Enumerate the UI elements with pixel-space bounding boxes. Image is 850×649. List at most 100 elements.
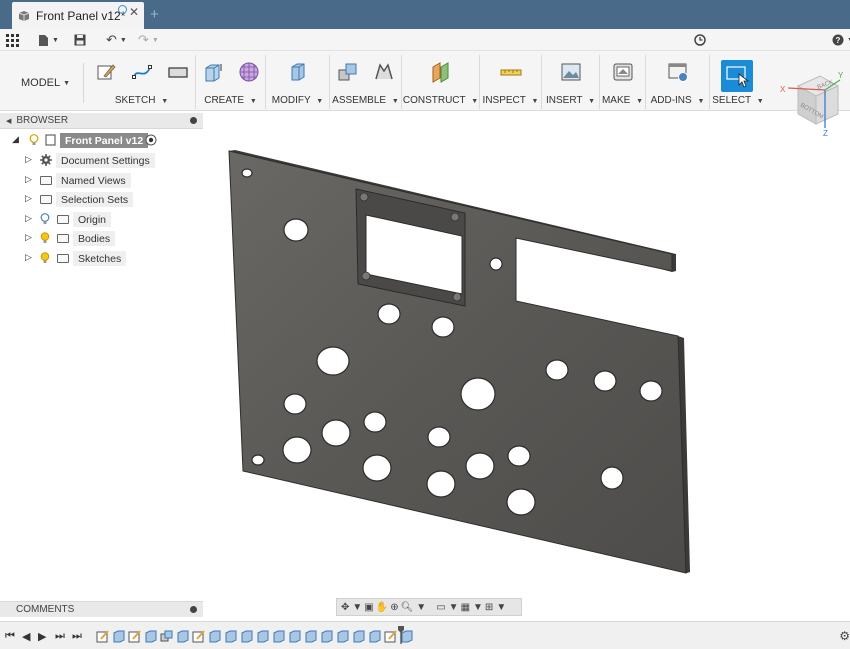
construct-label: CONSTRUCT — [402, 95, 466, 106]
visibility-bulb-icon[interactable] — [29, 134, 39, 146]
hidden-bulb-icon[interactable] — [40, 213, 50, 225]
grid-settings-icon[interactable]: ▦ ▼ — [461, 602, 483, 613]
offset-plane-icon[interactable] — [430, 61, 452, 83]
select-menu[interactable]: SELECT ▼ — [710, 95, 766, 106]
make-menu[interactable]: MAKE ▼ — [600, 95, 645, 106]
extrude-feature-icon[interactable] — [224, 629, 238, 643]
close-tab-icon[interactable]: ✕ — [129, 5, 139, 19]
insert-menu[interactable]: INSERT ▼ — [542, 95, 599, 106]
display-settings-icon[interactable]: ▭ ▼ — [436, 602, 458, 613]
browser-title: BROWSER — [16, 115, 69, 126]
browser-item-label: Origin — [73, 212, 112, 227]
help-icon[interactable]: ?▼ — [832, 32, 850, 48]
workspace-switcher[interactable]: MODEL ▼ — [8, 63, 84, 103]
spline-icon[interactable] — [131, 61, 153, 83]
pan-icon[interactable]: ✋ — [376, 602, 388, 613]
scripts-icon[interactable] — [667, 61, 689, 83]
extrude-feature-icon[interactable] — [336, 629, 350, 643]
redo-icon[interactable]: ↷ ▼ — [138, 32, 159, 48]
front-panel-body[interactable] — [228, 150, 690, 574]
zoom-icon[interactable]: 🔍︎ ▼ — [401, 602, 427, 613]
comments-toggle-icon[interactable] — [190, 606, 197, 613]
create-menu[interactable]: CREATE ▼ — [196, 95, 265, 106]
inspect-menu[interactable]: INSPECT ▼ — [480, 95, 541, 106]
previous-step-icon[interactable]: ◀ — [22, 630, 30, 643]
extrude-feature-icon[interactable] — [288, 629, 302, 643]
component-feature-icon[interactable] — [160, 629, 174, 643]
sketch-feature-icon[interactable] — [128, 629, 142, 643]
form-icon[interactable] — [238, 61, 260, 83]
zoom-window-icon[interactable]: ⊕ — [390, 602, 398, 613]
first-step-icon[interactable]: ⏮ — [5, 630, 15, 643]
expand-triangle-icon[interactable]: ▷ — [25, 193, 32, 204]
create-sketch-icon[interactable] — [95, 61, 117, 83]
extrude-feature-icon[interactable] — [176, 629, 190, 643]
extrude-feature-icon[interactable] — [256, 629, 270, 643]
visibility-bulb-icon[interactable] — [40, 232, 50, 244]
new-component-icon[interactable] — [337, 61, 359, 83]
timeline-settings-icon[interactable]: ⚙ — [839, 629, 850, 643]
browser-item-label: Named Views — [56, 173, 131, 188]
insert-image-icon[interactable] — [560, 61, 582, 83]
visibility-bulb-icon[interactable] — [40, 252, 50, 264]
construct-menu[interactable]: CONSTRUCT ▼ — [402, 95, 479, 106]
measure-icon[interactable] — [500, 61, 522, 83]
rectangle-icon[interactable] — [167, 61, 189, 83]
next-step-icon[interactable]: ⏭ — [55, 630, 65, 643]
press-pull-icon[interactable] — [287, 61, 309, 83]
panel-pin-icon[interactable] — [190, 117, 197, 124]
browser-header[interactable]: ◀ BROWSER — [0, 113, 203, 129]
extrude-feature-icon[interactable] — [272, 629, 286, 643]
expand-triangle-icon[interactable]: ▷ — [25, 213, 32, 224]
last-step-icon[interactable]: ⏭ — [72, 630, 82, 643]
make-group: MAKE ▼ — [600, 55, 646, 109]
extrude-feature-icon[interactable] — [112, 629, 126, 643]
add-ins-group: ADD-INS ▼ — [646, 55, 710, 109]
extrude-icon[interactable] — [202, 61, 224, 83]
modify-menu[interactable]: MODIFY ▼ — [266, 95, 329, 106]
undo-icon[interactable]: ↶ ▼ — [106, 32, 127, 48]
sketch-feature-icon[interactable] — [192, 629, 206, 643]
3d-print-icon[interactable] — [612, 61, 634, 83]
extrude-feature-icon[interactable] — [320, 629, 334, 643]
extrude-feature-icon[interactable] — [352, 629, 366, 643]
new-tab-icon[interactable]: + — [150, 6, 159, 23]
collapse-browser-icon[interactable]: ◀ — [6, 117, 11, 125]
play-icon[interactable]: ▶ — [38, 630, 46, 643]
document-tab[interactable]: Front Panel v12* ✕ — [12, 2, 144, 29]
clock-icon[interactable] — [694, 32, 706, 48]
add-ins-label: ADD-INS — [650, 95, 692, 106]
orbit-icon[interactable]: ✥ ▼ — [341, 602, 362, 613]
assemble-menu[interactable]: ASSEMBLE ▼ — [330, 95, 401, 106]
expand-triangle-icon[interactable]: ▷ — [25, 154, 32, 165]
select-tool-button[interactable] — [721, 60, 753, 92]
extrude-feature-icon[interactable] — [208, 629, 222, 643]
sketch-group: SKETCH ▼ — [88, 55, 196, 109]
grid-icon[interactable] — [6, 32, 19, 48]
svg-text:?: ? — [836, 36, 841, 45]
sketch-feature-icon[interactable] — [384, 629, 398, 643]
joint-icon[interactable] — [373, 61, 395, 83]
expand-triangle-icon[interactable]: ▷ — [25, 174, 32, 185]
timeline-marker[interactable] — [398, 626, 404, 644]
file-icon[interactable]: ▼ — [38, 32, 59, 48]
extrude-feature-icon[interactable] — [240, 629, 254, 643]
part-icon — [18, 10, 30, 21]
extrude-feature-icon[interactable] — [368, 629, 382, 643]
add-ins-menu[interactable]: ADD-INS ▼ — [646, 95, 709, 106]
comments-panel[interactable]: COMMENTS — [0, 601, 203, 617]
save-icon[interactable] — [74, 32, 86, 48]
sketch-menu[interactable]: SKETCH ▼ — [88, 95, 195, 106]
extrude-feature-icon[interactable] — [304, 629, 318, 643]
expand-triangle-icon[interactable]: ▷ — [25, 232, 32, 243]
model-canvas[interactable] — [205, 113, 850, 603]
collapse-triangle-icon[interactable]: ◢ — [12, 134, 19, 145]
sketch-feature-icon[interactable] — [96, 629, 110, 643]
viewports-icon[interactable]: ⊞ ▼ — [485, 602, 506, 613]
create-group: CREATE ▼ — [196, 55, 266, 109]
look-at-icon[interactable]: ▣ — [364, 602, 373, 613]
activate-radio-icon[interactable] — [145, 134, 157, 146]
expand-triangle-icon[interactable]: ▷ — [25, 252, 32, 263]
extrude-feature-icon[interactable] — [144, 629, 158, 643]
select-cursor-icon — [726, 66, 750, 88]
